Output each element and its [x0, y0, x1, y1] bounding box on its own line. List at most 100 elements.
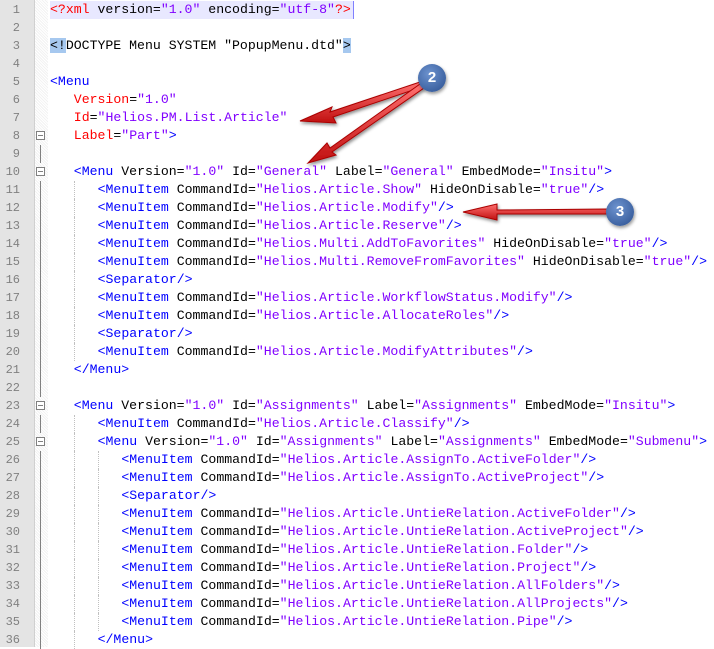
- code-line[interactable]: 19 <Separator/>: [0, 325, 714, 343]
- tag: />: [200, 488, 217, 503]
- fold-toggle-icon[interactable]: [36, 401, 45, 410]
- code-line[interactable]: 25 <Menu Version="1.0" Id="Assignments" L…: [0, 433, 714, 451]
- tag: <Menu: [50, 74, 90, 89]
- code-line[interactable]: 3 <!DOCTYPE Menu SYSTEM "PopupMenu.dtd">: [0, 37, 714, 55]
- code-line[interactable]: 14 <MenuItem CommandId="Helios.Multi.AddT…: [0, 235, 714, 253]
- tag: <MenuItem: [121, 542, 193, 557]
- fold-line: [40, 559, 41, 577]
- code-text: <Menu Version="1.0" Id="Assignments" Lab…: [74, 397, 678, 415]
- code-line[interactable]: 4: [0, 55, 714, 73]
- code-line[interactable]: 31 <MenuItem CommandId="Helios.Article.Un…: [0, 541, 714, 559]
- fold-line: [40, 271, 41, 289]
- tag: <Separator: [97, 272, 177, 287]
- attribute-value: "Helios.Article.UntieRelation.Pipe": [279, 614, 557, 629]
- tag: >: [168, 128, 177, 143]
- fold-toggle-icon[interactable]: [36, 131, 45, 140]
- line-number: 5: [12, 75, 20, 89]
- code-line[interactable]: 26 <MenuItem CommandId="Helios.Article.As…: [0, 451, 714, 469]
- indent-guide: [97, 469, 99, 487]
- tag: <MenuItem: [121, 452, 193, 467]
- code-line[interactable]: 35 <MenuItem CommandId="Helios.Article.Un…: [0, 613, 714, 631]
- text: HideOnDisable: [524, 254, 636, 269]
- tag: />: [627, 524, 644, 539]
- attribute-value: "Helios.Multi.RemoveFromFavorites": [255, 254, 525, 269]
- line-number: 4: [12, 57, 20, 71]
- fold-line: [40, 217, 41, 235]
- code-line[interactable]: 7 Id="Helios.PM.List.Article": [0, 109, 714, 127]
- text: Version: [113, 398, 177, 413]
- code-line[interactable]: 5 <Menu: [0, 73, 714, 91]
- code-line[interactable]: 17 <MenuItem CommandId="Helios.Article.Wo…: [0, 289, 714, 307]
- code-line[interactable]: 22: [0, 379, 714, 397]
- line-number: 11: [5, 183, 20, 197]
- tag: />: [691, 254, 707, 269]
- attribute-value: "utf-8": [279, 2, 335, 17]
- code-line[interactable]: 11 <MenuItem CommandId="Helios.Article.Sh…: [0, 181, 714, 199]
- code-text: <Menu: [50, 73, 92, 91]
- text: CommandId: [192, 452, 272, 467]
- code-line[interactable]: 27 <MenuItem CommandId="Helios.Article.As…: [0, 469, 714, 487]
- tag: />: [445, 218, 462, 233]
- fold-toggle-icon[interactable]: [36, 437, 45, 446]
- code-text: <Separator/>: [98, 271, 195, 289]
- code-line[interactable]: 16 <Separator/>: [0, 271, 714, 289]
- equals: =: [406, 398, 415, 413]
- fold-line: [40, 469, 41, 487]
- attribute-value: "Assignments": [279, 434, 383, 449]
- fold-line: [40, 595, 41, 613]
- code-text: Id="Helios.PM.List.Article": [74, 109, 290, 127]
- attribute-value: "Helios.Article.UntieRelation.ActiveFold…: [279, 506, 620, 521]
- text: CommandId: [168, 308, 248, 323]
- equals: =: [247, 290, 256, 305]
- code-line[interactable]: 9: [0, 145, 714, 163]
- indent-guide: [73, 541, 75, 559]
- text: CommandId: [192, 506, 272, 521]
- callout-badge-2: 2: [418, 64, 446, 92]
- attribute-value: "Helios.Article.Show": [255, 182, 423, 197]
- code-line[interactable]: 8 Label="Part">: [0, 127, 714, 145]
- attribute-value: "Helios.Article.UntieRelation.AllFolders…: [279, 578, 605, 593]
- code-line[interactable]: 29 <MenuItem CommandId="Helios.Article.Un…: [0, 505, 714, 523]
- equals: =: [152, 2, 161, 17]
- attribute-value: "Helios.Article.AssignTo.ActiveFolder": [279, 452, 581, 467]
- code-line[interactable]: 18 <MenuItem CommandId="Helios.Article.Al…: [0, 307, 714, 325]
- line-number: 20: [5, 345, 20, 359]
- tag: >: [145, 632, 153, 647]
- equals: =: [271, 560, 280, 575]
- code-line[interactable]: 21 </Menu>: [0, 361, 714, 379]
- attribute-value: "true": [540, 182, 589, 197]
- code-line[interactable]: 32 <MenuItem CommandId="Helios.Article.Un…: [0, 559, 714, 577]
- fold-line: [40, 451, 41, 469]
- code-line[interactable]: 30 <MenuItem CommandId="Helios.Article.Un…: [0, 523, 714, 541]
- code-line[interactable]: 2: [0, 19, 714, 37]
- attribute-value: "Insitu": [604, 398, 668, 413]
- code-line[interactable]: 1 <?xml version="1.0" encoding="utf-8"?>: [0, 1, 714, 19]
- code-line[interactable]: 28 <Separator/>: [0, 487, 714, 505]
- text: CommandId: [192, 542, 272, 557]
- text: CommandId: [168, 236, 248, 251]
- equals: =: [430, 434, 438, 449]
- code-line[interactable]: 23 <Menu Version="1.0" Id="Assignments" L…: [0, 397, 714, 415]
- tag: <Menu: [97, 434, 138, 449]
- code-line[interactable]: 13 <MenuItem CommandId="Helios.Article.Re…: [0, 217, 714, 235]
- attribute-name: Label: [73, 128, 114, 143]
- code-line[interactable]: 24 <MenuItem CommandId="Helios.Article.Cl…: [0, 415, 714, 433]
- indent-guide: [73, 325, 75, 343]
- line-number: 24: [5, 417, 20, 431]
- fold-line: [40, 343, 41, 361]
- line-number: 7: [12, 111, 20, 125]
- code-line[interactable]: 36 </Menu>: [0, 631, 714, 649]
- fold-toggle-icon[interactable]: [36, 167, 45, 176]
- code-line[interactable]: 6 Version="1.0": [0, 91, 714, 109]
- code-line[interactable]: 33 <MenuItem CommandId="Helios.Article.Un…: [0, 577, 714, 595]
- code-line[interactable]: 15 <MenuItem CommandId="Helios.Multi.Remo…: [0, 253, 714, 271]
- code-editor[interactable]: 1 <?xml version="1.0" encoding="utf-8"?> 2…: [0, 1, 714, 649]
- text: Version: [137, 434, 201, 449]
- indent-guide: [73, 631, 75, 649]
- tag: <Menu: [73, 164, 114, 179]
- code-line[interactable]: 10 <Menu Version="1.0" Id="General" Label…: [0, 163, 714, 181]
- code-line[interactable]: 34 <MenuItem CommandId="Helios.Article.Un…: [0, 595, 714, 613]
- code-line[interactable]: 20 <MenuItem CommandId="Helios.Article.Mo…: [0, 343, 714, 361]
- equals: =: [271, 506, 280, 521]
- text: Id: [224, 164, 248, 179]
